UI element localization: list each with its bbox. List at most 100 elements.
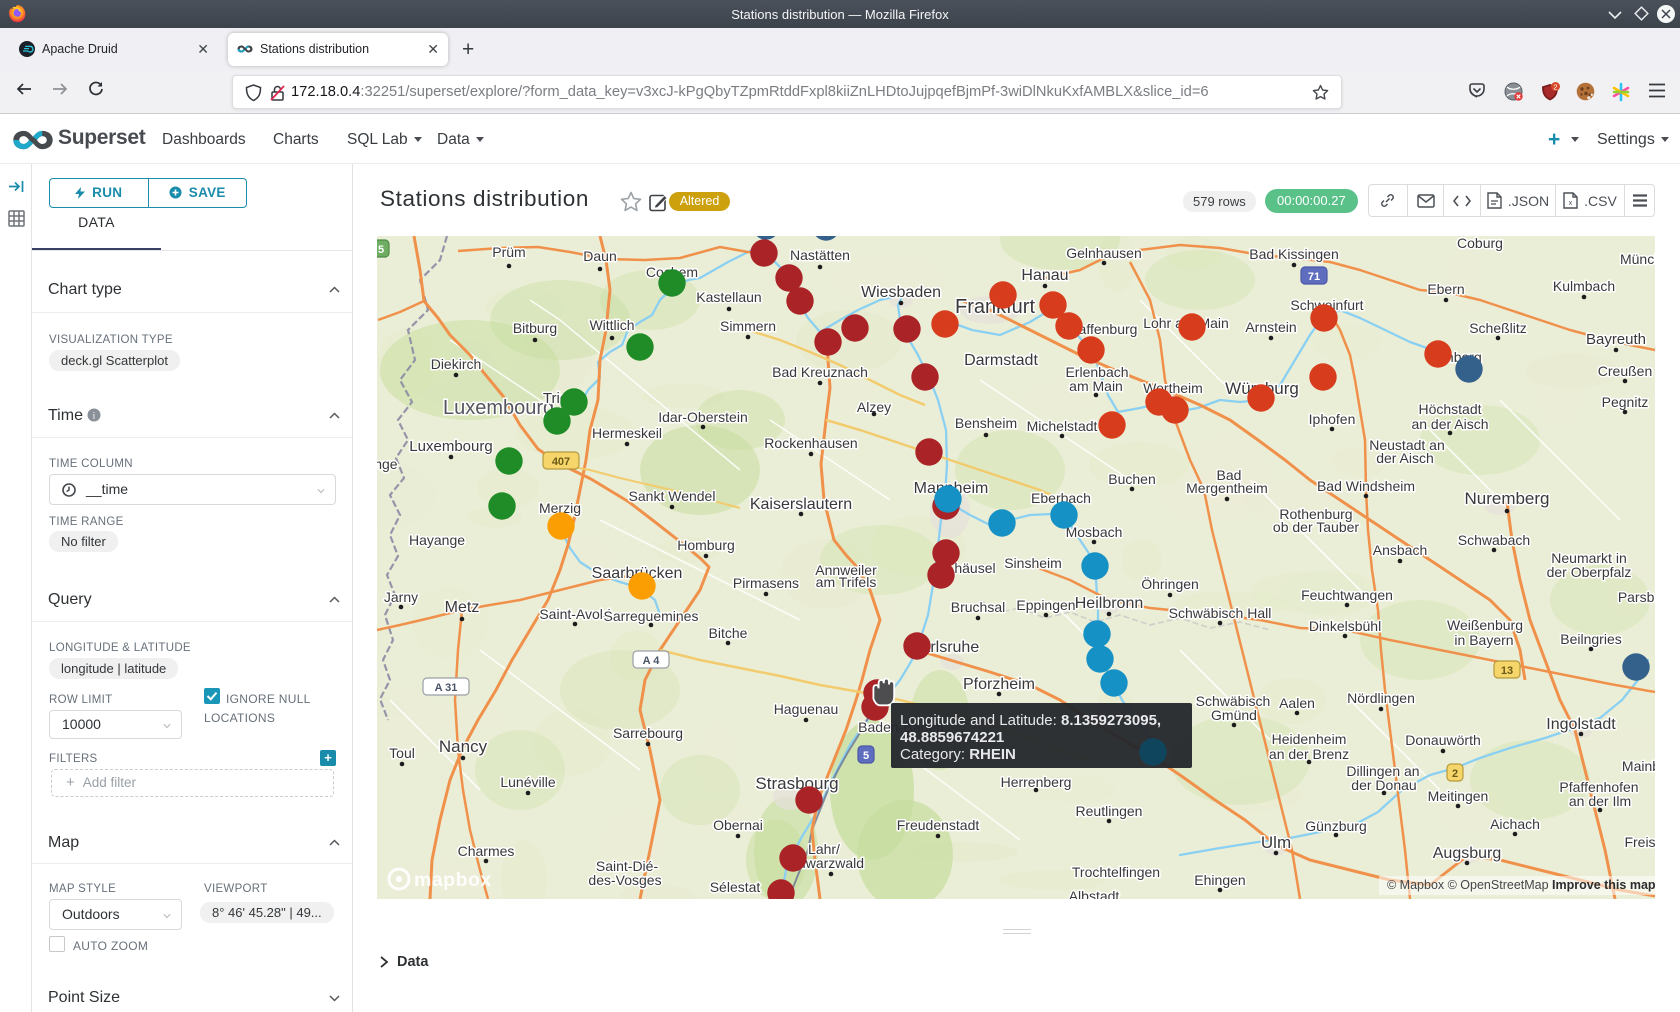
svg-text:Bitburg: Bitburg bbox=[513, 320, 557, 336]
svg-text:Weißenburg: Weißenburg bbox=[1447, 617, 1523, 633]
svg-text:Obernai: Obernai bbox=[713, 817, 763, 833]
svg-text:Bensheim: Bensheim bbox=[955, 415, 1017, 431]
svg-text:Luxembourg: Luxembourg bbox=[443, 397, 554, 419]
svg-text:Ulm: Ulm bbox=[1261, 833, 1291, 852]
svg-text:Meitingen: Meitingen bbox=[1428, 788, 1489, 804]
svg-text:Eppingen: Eppingen bbox=[1016, 597, 1075, 613]
svg-text:Wittlich: Wittlich bbox=[589, 317, 634, 333]
svg-text:Darmstadt: Darmstadt bbox=[964, 352, 1038, 369]
svg-text:13: 13 bbox=[1501, 665, 1513, 677]
svg-text:mapbox: mapbox bbox=[414, 869, 492, 891]
svg-text:der Donau: der Donau bbox=[1351, 777, 1416, 793]
svg-text:2: 2 bbox=[1553, 82, 1557, 91]
svg-text:Scheßlitz: Scheßlitz bbox=[1469, 320, 1527, 336]
svg-text:Gelnhausen: Gelnhausen bbox=[1066, 245, 1142, 261]
svg-text:häusel: häusel bbox=[954, 560, 995, 576]
svg-text:Ebern: Ebern bbox=[1427, 281, 1464, 297]
svg-text:Jarny: Jarny bbox=[384, 589, 418, 605]
svg-text:© Mapbox © OpenStreetMap Impro: © Mapbox © OpenStreetMap Improve this ma… bbox=[1387, 878, 1655, 892]
svg-text:an der Aisch: an der Aisch bbox=[1411, 416, 1488, 432]
svg-text:Sankt Wendel: Sankt Wendel bbox=[629, 488, 716, 504]
svg-text:Herrenberg: Herrenberg bbox=[1001, 774, 1072, 790]
svg-text:Schwäbisch Hall: Schwäbisch Hall bbox=[1169, 605, 1272, 621]
svg-text:Prüm: Prüm bbox=[492, 244, 525, 260]
svg-text:Arnstein: Arnstein bbox=[1245, 319, 1296, 335]
svg-text:Donauwörth: Donauwörth bbox=[1405, 732, 1481, 748]
svg-text:Aalen: Aalen bbox=[1279, 695, 1315, 711]
svg-text:A 4: A 4 bbox=[643, 655, 661, 667]
svg-text:Saint-Avold: Saint-Avold bbox=[539, 606, 610, 622]
svg-text:Hayange: Hayange bbox=[409, 532, 465, 548]
svg-text:Bad Windsheim: Bad Windsheim bbox=[1317, 478, 1415, 494]
svg-text:Nastätten: Nastätten bbox=[790, 247, 850, 263]
svg-text:Buchen: Buchen bbox=[1108, 471, 1155, 487]
svg-text:Öhringen: Öhringen bbox=[1141, 575, 1199, 592]
svg-text:Pirmasens: Pirmasens bbox=[733, 575, 799, 591]
svg-text:der Aisch: der Aisch bbox=[1376, 450, 1434, 466]
svg-text:Freudenstadt: Freudenstadt bbox=[897, 817, 980, 833]
svg-text:Homburg: Homburg bbox=[677, 537, 735, 553]
svg-text:Albstadt: Albstadt bbox=[1069, 888, 1120, 899]
svg-text:Feuchtwangen: Feuchtwangen bbox=[1301, 587, 1393, 603]
svg-text:5: 5 bbox=[863, 750, 869, 762]
svg-text:Rockenhausen: Rockenhausen bbox=[764, 435, 857, 451]
svg-text:71: 71 bbox=[1308, 271, 1320, 283]
svg-text:Simmern: Simmern bbox=[720, 318, 776, 334]
svg-text:Sinsheim: Sinsheim bbox=[1004, 555, 1062, 571]
svg-text:in Bayern: in Bayern bbox=[1454, 632, 1513, 648]
svg-text:Reutlingen: Reutlingen bbox=[1076, 803, 1143, 819]
svg-text:i: i bbox=[93, 411, 96, 421]
svg-text:Hanau: Hanau bbox=[1021, 267, 1068, 284]
svg-text:Mergentheim: Mergentheim bbox=[1186, 480, 1268, 496]
svg-text:hwarzwald: hwarzwald bbox=[798, 855, 864, 871]
svg-text:Nördlingen: Nördlingen bbox=[1347, 690, 1415, 706]
svg-text:Münch: Münch bbox=[1620, 251, 1655, 267]
svg-text:Günzburg: Günzburg bbox=[1305, 818, 1366, 834]
svg-text:Nancy: Nancy bbox=[439, 737, 488, 756]
svg-text:Creußen: Creußen bbox=[1598, 363, 1652, 379]
svg-text:Mosbach: Mosbach bbox=[1066, 524, 1123, 540]
svg-text:Nuremberg: Nuremberg bbox=[1464, 489, 1549, 508]
svg-text:Gmünd: Gmünd bbox=[1211, 707, 1257, 723]
svg-text:am Main: am Main bbox=[1069, 378, 1123, 394]
svg-text:Kaiserslautern: Kaiserslautern bbox=[750, 496, 852, 513]
svg-text:Ansbach: Ansbach bbox=[1373, 542, 1427, 558]
svg-text:Trochtelfingen: Trochtelfingen bbox=[1072, 864, 1160, 880]
svg-text:Metz: Metz bbox=[445, 599, 480, 616]
svg-text:Luxembourg: Luxembourg bbox=[409, 438, 492, 455]
svg-text:ange: ange bbox=[377, 456, 398, 472]
svg-text:am Trifels: am Trifels bbox=[816, 574, 877, 590]
svg-text:2: 2 bbox=[1452, 768, 1458, 780]
svg-text:Lunéville: Lunéville bbox=[500, 774, 555, 790]
svg-text:Toul: Toul bbox=[389, 745, 415, 761]
svg-text:Longitude and Latitude: 8.1359: Longitude and Latitude: 8.1359273095, bbox=[900, 712, 1161, 729]
svg-text:Höchstadt: Höchstadt bbox=[1418, 401, 1481, 417]
svg-text:Kulmbach: Kulmbach bbox=[1553, 278, 1615, 294]
svg-text:Iphofen: Iphofen bbox=[1309, 411, 1356, 427]
svg-text:Ingolstadt: Ingolstadt bbox=[1546, 716, 1616, 733]
svg-text:Augsburg: Augsburg bbox=[1433, 845, 1502, 862]
svg-text:Parsbe: Parsbe bbox=[1618, 589, 1655, 605]
svg-text:an der Brenz: an der Brenz bbox=[1269, 746, 1349, 762]
svg-text:ob der Tauber: ob der Tauber bbox=[1273, 519, 1359, 535]
svg-text:affenburg: affenburg bbox=[1079, 321, 1138, 337]
svg-text:Bad Kissingen: Bad Kissingen bbox=[1249, 246, 1339, 262]
svg-text:A 31: A 31 bbox=[435, 682, 458, 694]
svg-text:Ehingen: Ehingen bbox=[1194, 872, 1245, 888]
svg-text:Sarreguemines: Sarreguemines bbox=[604, 608, 699, 624]
svg-text:Daun: Daun bbox=[583, 248, 616, 264]
svg-text:Idar-Oberstein: Idar-Oberstein bbox=[658, 409, 747, 425]
svg-text:Sélestat: Sélestat bbox=[710, 879, 761, 895]
svg-text:Heilbronn: Heilbronn bbox=[1075, 595, 1143, 612]
svg-text:48.8859674221: 48.8859674221 bbox=[900, 729, 1004, 746]
svg-text:an der Ilm: an der Ilm bbox=[1569, 793, 1631, 809]
svg-text:Pegnitz: Pegnitz bbox=[1602, 394, 1649, 410]
svg-text:der Oberpfalz: der Oberpfalz bbox=[1547, 564, 1632, 580]
svg-text:5: 5 bbox=[378, 244, 384, 256]
svg-text:Wiesbaden: Wiesbaden bbox=[861, 284, 941, 301]
svg-text:Charmes: Charmes bbox=[458, 843, 515, 859]
svg-text:Category: RHEIN: Category: RHEIN bbox=[900, 746, 1016, 763]
svg-text:Kastellaun: Kastellaun bbox=[696, 289, 761, 305]
svg-text:Mainb: Mainb bbox=[1622, 758, 1655, 774]
svg-text:Schwabach: Schwabach bbox=[1458, 532, 1530, 548]
